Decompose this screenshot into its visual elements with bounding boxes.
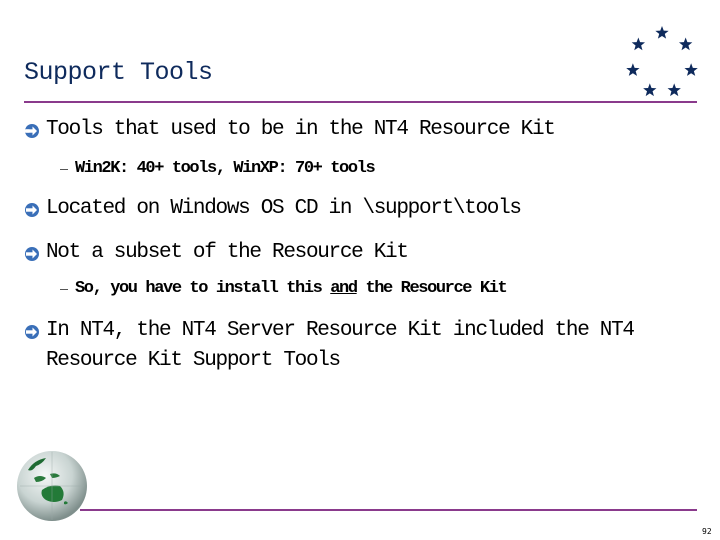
star-circle-icon: [626, 26, 698, 97]
circled-arrow-icon: [25, 203, 39, 217]
bullet-item: Located on Windows OS CD in \support\too…: [24, 194, 522, 224]
globe-icon: [17, 451, 87, 521]
bullet-item: Tools that used to be in the NT4 Resourc…: [24, 115, 556, 145]
bullet-text-line-1: In NT4, the NT4 Server Resource Kit incl…: [46, 319, 635, 342]
sub-bullet-item: Win2K: 40+ tools, WinXP: 70+ tools: [60, 158, 376, 180]
star-icon: [678, 37, 693, 51]
bullet-item: Not a subset of the Resource Kit: [24, 238, 409, 268]
star-icon: [667, 83, 681, 97]
bullet-text: Not a subset of the Resource Kit: [46, 241, 409, 264]
dash-icon: [60, 288, 68, 290]
star-icon: [684, 63, 698, 76]
sub-bullet-item: So, you have to install this and the Res…: [60, 278, 508, 300]
star-icon: [626, 63, 640, 76]
sub-bullet-text: Win2K: 40+ tools, WinXP: 70+ tools: [75, 159, 376, 178]
bullet-text-line-2: Resource Kit Support Tools: [46, 349, 341, 372]
star-icon: [631, 37, 646, 51]
slide-title: Support Tools: [24, 58, 213, 87]
circled-arrow-icon: [25, 247, 39, 261]
emphasis-text: and: [330, 279, 358, 298]
circled-arrow-icon: [25, 325, 39, 339]
bullet-text: In NT4, the NT4 Server Resource Kit incl…: [46, 316, 635, 376]
sub-bullet-text-post: the Resource Kit: [356, 279, 507, 298]
slide: Support Tools Tools that used to be in t…: [0, 0, 720, 540]
footer-divider: [80, 509, 697, 511]
bullet-text: Located on Windows OS CD in \support\too…: [46, 197, 522, 220]
star-icon: [655, 26, 669, 39]
dash-icon: [60, 168, 68, 170]
star-icon: [643, 83, 657, 97]
bullet-text: Tools that used to be in the NT4 Resourc…: [46, 118, 556, 141]
title-divider: [24, 101, 697, 103]
page-number: 92: [702, 527, 712, 536]
bullet-item: In NT4, the NT4 Server Resource Kit incl…: [24, 316, 635, 376]
sub-bullet-text-pre: So, you have to install this: [75, 279, 331, 298]
sub-bullet-text: So, you have to install this and the Res…: [75, 278, 508, 300]
circled-arrow-icon: [25, 124, 39, 138]
